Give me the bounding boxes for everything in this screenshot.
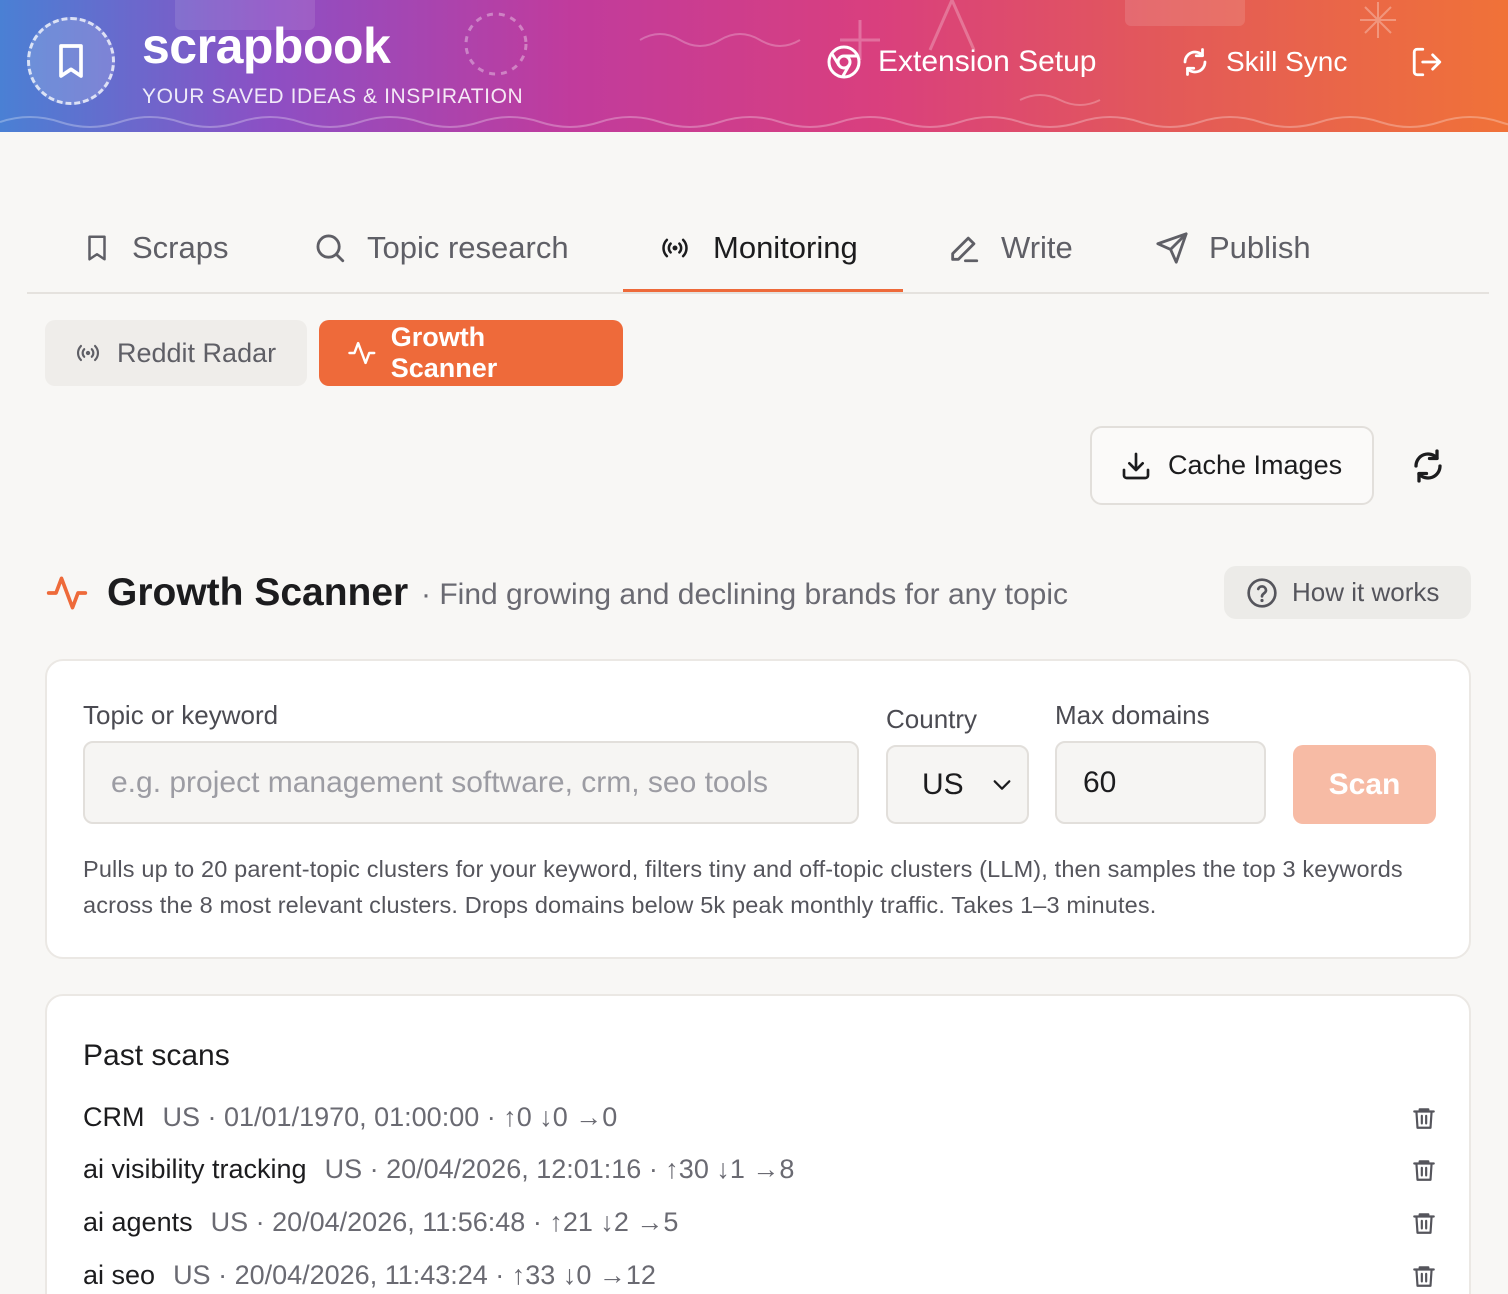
bookmark-logo-icon (59, 44, 83, 78)
subtab-growth-scanner[interactable]: Growth Scanner (319, 320, 623, 386)
country-label: Country (886, 704, 978, 734)
chevron-down-icon (993, 780, 1011, 790)
tab-write[interactable]: Write (947, 202, 1073, 294)
cache-images-label: Cache Images (1168, 450, 1343, 480)
max-domains-label: Max domains (1055, 700, 1210, 730)
help-circle-icon (1247, 577, 1277, 608)
scan-meta: US · 01/01/1970, 01:00:00 · ↑0 ↓0 →0 (162, 1101, 618, 1132)
scan-meta: US · 20/04/2026, 11:43:24 · ↑33 ↓0 →12 (173, 1259, 656, 1290)
scan-name: ai seo (83, 1259, 156, 1290)
page-subtitle: · Find growing and declining brands for … (421, 578, 1069, 611)
tab-publish[interactable]: Publish (1155, 202, 1311, 294)
past-scan-row[interactable]: ai seo US · 20/04/2026, 11:43:24 · ↑33 ↓… (83, 1255, 1439, 1294)
extension-setup-link[interactable]: Extension Setup (826, 40, 1096, 84)
tab-topic-research[interactable]: Topic research (313, 202, 569, 294)
refresh-button[interactable] (1402, 440, 1454, 492)
past-scans-title: Past scans (83, 1039, 230, 1072)
download-icon (1122, 452, 1150, 479)
skill-sync-link[interactable]: Skill Sync (1180, 40, 1347, 84)
country-value: US (922, 767, 964, 801)
extension-setup-label: Extension Setup (878, 45, 1097, 78)
brand-tagline: YOUR SAVED IDEAS & INSPIRATION (142, 85, 524, 108)
past-scan-row[interactable]: ai visibility tracking US · 20/04/2026, … (83, 1149, 1439, 1189)
tab-scraps[interactable]: Scraps (82, 202, 228, 294)
scan-form-card: Topic or keyword Country US Max domains … (45, 659, 1471, 959)
radio-icon (662, 238, 688, 258)
logout-button[interactable] (1410, 40, 1460, 84)
scan-name: CRM (83, 1101, 145, 1132)
past-scan-row[interactable]: ai agents US · 20/04/2026, 11:56:48 · ↑2… (83, 1202, 1439, 1242)
activity-icon (348, 341, 376, 365)
delete-scan-button[interactable] (1409, 1103, 1439, 1133)
subtab-growth-scanner-label: Growth Scanner (390, 322, 498, 383)
topic-input[interactable] (83, 741, 859, 824)
how-it-works-label: How it works (1292, 577, 1440, 607)
logout-icon (1412, 47, 1442, 77)
skill-sync-label: Skill Sync (1226, 46, 1348, 77)
how-it-works-button[interactable]: How it works (1224, 566, 1471, 619)
radio-icon (76, 344, 100, 362)
brand-name: scrapbook (142, 18, 391, 74)
topic-label: Topic or keyword (83, 700, 279, 730)
past-scans-card: Past scans CRM US · 01/01/1970, 01:00:00… (45, 994, 1471, 1294)
send-icon (1156, 232, 1188, 264)
delete-scan-button[interactable] (1409, 1208, 1439, 1238)
cache-images-button[interactable]: Cache Images (1090, 426, 1374, 505)
page-title: Growth Scanner (107, 571, 409, 614)
delete-scan-button[interactable] (1409, 1261, 1439, 1291)
trash-icon (1413, 1213, 1435, 1234)
activity-icon (46, 576, 88, 610)
scan-meta: US · 20/04/2026, 11:56:48 · ↑21 ↓2 →5 (210, 1206, 679, 1237)
tab-monitoring[interactable]: Monitoring (657, 202, 858, 294)
sync-icon (1183, 48, 1207, 76)
delete-scan-button[interactable] (1409, 1155, 1439, 1185)
search-icon (316, 234, 345, 263)
scan-button[interactable]: Scan (1293, 745, 1436, 824)
trash-icon (1413, 1160, 1435, 1181)
past-scan-row[interactable]: CRM US · 01/01/1970, 01:00:00 · ↑0 ↓0 →0 (83, 1097, 1439, 1137)
tab-topic-research-label: Topic research (367, 230, 569, 265)
subtab-reddit-radar[interactable]: Reddit Radar (45, 320, 307, 386)
scan-help-text: Pulls up to 20 parent-topic clusters for… (83, 856, 1403, 918)
tab-write-label: Write (1001, 230, 1073, 265)
scan-name: ai visibility tracking (83, 1153, 307, 1184)
tab-scraps-label: Scraps (132, 230, 229, 265)
trash-icon (1413, 1266, 1435, 1287)
subtab-reddit-radar-label: Reddit Radar (117, 337, 277, 368)
active-tab-indicator (623, 289, 903, 292)
logo (27, 17, 115, 105)
tab-monitoring-label: Monitoring (713, 230, 858, 265)
chrome-icon (827, 45, 861, 79)
app-header: scrapbook YOUR SAVED IDEAS & INSPIRATION… (0, 0, 1508, 132)
scan-name: ai agents (83, 1206, 193, 1237)
pencil-icon (951, 236, 979, 263)
scan-meta: US · 20/04/2026, 12:01:16 · ↑30 ↓1 →8 (324, 1153, 795, 1184)
bookmark-icon (88, 235, 106, 261)
main-tabs: Scraps Topic research Monitoring Write P… (27, 202, 1489, 294)
tab-publish-label: Publish (1209, 230, 1311, 265)
trash-icon (1413, 1108, 1435, 1129)
max-domains-input[interactable] (1055, 741, 1266, 824)
refresh-icon (1414, 449, 1442, 483)
country-select[interactable]: US (886, 745, 1029, 824)
